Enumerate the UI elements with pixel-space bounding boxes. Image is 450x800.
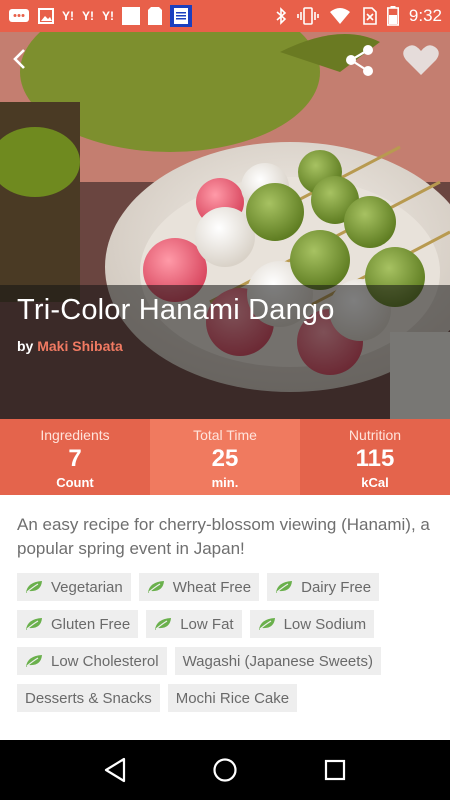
recipe-stats: Ingredients 7 Count Total Time 25 min. N… — [0, 419, 450, 495]
system-icons: 9:32 — [275, 6, 442, 26]
stat-unit: min. — [211, 475, 239, 490]
stat-ingredients[interactable]: Ingredients 7 Count — [0, 419, 150, 495]
stat-unit: kCal — [361, 475, 389, 490]
yahoo-icon: Y! — [62, 9, 74, 23]
tag-low-fat[interactable]: Low Fat — [146, 610, 242, 638]
triangle-back-icon — [104, 757, 126, 783]
yahoo-icon: Y! — [102, 9, 114, 23]
recipe-author-line: by Maki Shibata — [17, 338, 123, 354]
tag-label: Mochi Rice Cake — [175, 689, 290, 707]
battery-icon — [386, 6, 399, 26]
recipe-description: An easy recipe for cherry-blossom viewin… — [17, 515, 430, 558]
tag-gluten-free[interactable]: Gluten Free — [17, 610, 139, 638]
leaf-icon — [147, 581, 164, 593]
tag-label: Gluten Free — [51, 615, 131, 633]
tag-label: Low Fat — [180, 615, 234, 633]
tag-vegetarian[interactable]: Vegetarian — [17, 573, 131, 601]
heart-icon — [403, 45, 439, 75]
blank-icon — [122, 7, 140, 25]
nav-back-button[interactable] — [95, 750, 135, 790]
stat-nutrition[interactable]: Nutrition 115 kCal — [300, 419, 450, 495]
stat-value: 115 — [355, 445, 395, 472]
hero-image: Tri-Color Hanami Dango by Maki Shibata — [0, 32, 450, 419]
tag-label: Dairy Free — [301, 578, 372, 596]
leaf-icon — [26, 655, 42, 667]
stat-value: 7 — [68, 445, 82, 472]
square-recents-icon — [324, 759, 346, 781]
calendar-icon — [170, 5, 192, 27]
stat-total-time[interactable]: Total Time 25 min. — [150, 419, 300, 495]
nav-home-button[interactable] — [205, 750, 245, 790]
clipboard-icon — [148, 7, 162, 25]
tag-label: Wheat Free — [172, 578, 252, 596]
nav-recents-button[interactable] — [315, 750, 355, 790]
yahoo-icon: Y! — [82, 9, 94, 23]
status-time: 9:32 — [408, 6, 442, 25]
messages-icon — [9, 9, 29, 22]
tag-label: Desserts & Snacks — [25, 689, 152, 707]
tag-label: Low Sodium — [283, 615, 367, 633]
tag-label: Low Cholesterol — [51, 652, 159, 670]
tag-label: Wagashi (Japanese Sweets) — [182, 652, 373, 670]
tag-low-cholesterol[interactable]: Low Cholesterol — [17, 647, 167, 675]
tag-mochi-rice-cake[interactable]: Mochi Rice Cake — [167, 684, 298, 712]
status-bar: Y! Y! Y! 9:32 — [0, 0, 450, 32]
author-link[interactable]: Maki Shibata — [37, 338, 123, 354]
vibrate-icon — [297, 7, 319, 25]
tag-wheat-free[interactable]: Wheat Free — [138, 573, 260, 601]
no-sim-icon — [363, 7, 377, 25]
leaf-icon — [155, 618, 172, 630]
stat-label: Total Time — [193, 427, 257, 443]
tag-low-sodium[interactable]: Low Sodium — [249, 610, 375, 638]
tag-wagashi[interactable]: Wagashi (Japanese Sweets) — [174, 647, 381, 675]
tag-desserts-snacks[interactable]: Desserts & Snacks — [17, 684, 160, 712]
share-button[interactable] — [342, 44, 378, 78]
recipe-title: Tri-Color Hanami Dango — [17, 294, 335, 326]
circle-home-icon — [213, 758, 237, 782]
leaf-icon — [26, 581, 42, 593]
tag-label: Vegetarian — [51, 578, 123, 596]
image-icon — [38, 8, 54, 24]
tag-list: Vegetarian Wheat Free Dairy Free Gluten … — [17, 573, 433, 712]
leaf-icon — [276, 581, 293, 593]
bluetooth-icon — [276, 7, 287, 25]
favorite-button[interactable] — [402, 44, 442, 78]
recipe-content: An easy recipe for cherry-blossom viewin… — [0, 495, 450, 740]
stat-unit: Count — [56, 475, 94, 490]
leaf-icon — [26, 618, 42, 630]
share-icon — [346, 45, 373, 76]
leaf-icon — [258, 618, 275, 630]
chevron-left-icon — [13, 49, 25, 69]
stat-value: 25 — [211, 445, 239, 472]
tag-dairy-free[interactable]: Dairy Free — [267, 573, 380, 601]
by-prefix: by — [17, 338, 34, 354]
stat-label: Nutrition — [348, 427, 402, 443]
back-button[interactable] — [4, 42, 34, 76]
system-nav-bar — [0, 740, 450, 800]
stat-label: Ingredients — [40, 427, 110, 443]
wifi-icon — [329, 8, 350, 24]
notification-icons: Y! Y! Y! — [8, 5, 192, 27]
